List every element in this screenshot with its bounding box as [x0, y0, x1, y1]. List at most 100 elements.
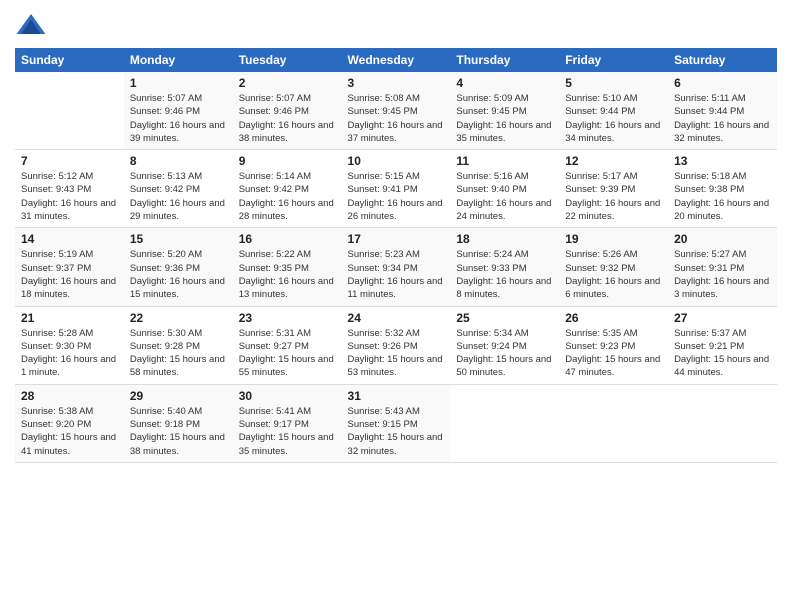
- day-number: 17: [348, 232, 445, 246]
- col-header-sunday: Sunday: [15, 48, 124, 72]
- day-number: 28: [21, 389, 118, 403]
- day-cell: 16Sunrise: 5:22 AMSunset: 9:35 PMDayligh…: [233, 228, 342, 306]
- week-row-3: 14 Sunrise: 5:19 AMSunset: 9:37 PMDayligh…: [15, 228, 777, 306]
- day-info: Sunrise: 5:13 AMSunset: 9:42 PMDaylight:…: [130, 170, 227, 223]
- logo-icon: [15, 10, 47, 42]
- day-cell: 30 Sunrise: 5:41 AMSunset: 9:17 PMDayligh…: [233, 384, 342, 462]
- day-number: 11: [456, 154, 553, 168]
- day-number: 20: [674, 232, 771, 246]
- day-info: Sunrise: 5:43 AMSunset: 9:15 PMDaylight:…: [348, 405, 445, 458]
- day-info: Sunrise: 5:19 AMSunset: 9:37 PMDaylight:…: [21, 248, 118, 301]
- day-info: Sunrise: 5:09 AMSunset: 9:45 PMDaylight:…: [456, 92, 553, 145]
- day-cell: 29 Sunrise: 5:40 AMSunset: 9:18 PMDayligh…: [124, 384, 233, 462]
- day-number: 7: [21, 154, 118, 168]
- week-row-5: 28 Sunrise: 5:38 AMSunset: 9:20 PMDayligh…: [15, 384, 777, 462]
- page: SundayMondayTuesdayWednesdayThursdayFrid…: [0, 0, 792, 612]
- day-info: Sunrise: 5:15 AMSunset: 9:41 PMDaylight:…: [348, 170, 445, 223]
- day-number: 26: [565, 311, 662, 325]
- day-cell: 25 Sunrise: 5:34 AMSunset: 9:24 PMDayligh…: [450, 306, 559, 384]
- day-cell: 12 Sunrise: 5:17 AMSunset: 9:39 PMDayligh…: [559, 150, 668, 228]
- day-cell: 11 Sunrise: 5:16 AMSunset: 9:40 PMDayligh…: [450, 150, 559, 228]
- day-cell: 31 Sunrise: 5:43 AMSunset: 9:15 PMDayligh…: [342, 384, 451, 462]
- day-cell: 26 Sunrise: 5:35 AMSunset: 9:23 PMDayligh…: [559, 306, 668, 384]
- day-number: 6: [674, 76, 771, 90]
- day-number: 14: [21, 232, 118, 246]
- day-cell: 2 Sunrise: 5:07 AMSunset: 9:46 PMDaylight…: [233, 72, 342, 150]
- day-info: Sunrise: 5:07 AMSunset: 9:46 PMDaylight:…: [130, 92, 227, 145]
- day-info: Sunrise: 5:07 AMSunset: 9:46 PMDaylight:…: [239, 92, 336, 145]
- day-cell: 24 Sunrise: 5:32 AMSunset: 9:26 PMDayligh…: [342, 306, 451, 384]
- day-cell: 13Sunrise: 5:18 AMSunset: 9:38 PMDayligh…: [668, 150, 777, 228]
- day-info: Sunrise: 5:38 AMSunset: 9:20 PMDaylight:…: [21, 405, 118, 458]
- day-info: Sunrise: 5:26 AMSunset: 9:32 PMDaylight:…: [565, 248, 662, 301]
- day-cell: 22 Sunrise: 5:30 AMSunset: 9:28 PMDayligh…: [124, 306, 233, 384]
- week-row-1: 1 Sunrise: 5:07 AMSunset: 9:46 PMDaylight…: [15, 72, 777, 150]
- day-number: 1: [130, 76, 227, 90]
- day-number: 8: [130, 154, 227, 168]
- day-info: Sunrise: 5:23 AMSunset: 9:34 PMDaylight:…: [348, 248, 445, 301]
- day-info: Sunrise: 5:27 AMSunset: 9:31 PMDaylight:…: [674, 248, 771, 301]
- day-info: Sunrise: 5:31 AMSunset: 9:27 PMDaylight:…: [239, 327, 336, 380]
- day-number: 30: [239, 389, 336, 403]
- day-info: Sunrise: 5:24 AMSunset: 9:33 PMDaylight:…: [456, 248, 553, 301]
- day-info: Sunrise: 5:30 AMSunset: 9:28 PMDaylight:…: [130, 327, 227, 380]
- day-number: 31: [348, 389, 445, 403]
- day-number: 18: [456, 232, 553, 246]
- col-header-wednesday: Wednesday: [342, 48, 451, 72]
- day-info: Sunrise: 5:16 AMSunset: 9:40 PMDaylight:…: [456, 170, 553, 223]
- day-cell: [450, 384, 559, 462]
- day-number: 19: [565, 232, 662, 246]
- day-info: Sunrise: 5:40 AMSunset: 9:18 PMDaylight:…: [130, 405, 227, 458]
- day-info: Sunrise: 5:11 AMSunset: 9:44 PMDaylight:…: [674, 92, 771, 145]
- day-info: Sunrise: 5:32 AMSunset: 9:26 PMDaylight:…: [348, 327, 445, 380]
- day-cell: 5 Sunrise: 5:10 AMSunset: 9:44 PMDaylight…: [559, 72, 668, 150]
- day-cell: 19 Sunrise: 5:26 AMSunset: 9:32 PMDayligh…: [559, 228, 668, 306]
- day-number: 24: [348, 311, 445, 325]
- col-header-friday: Friday: [559, 48, 668, 72]
- day-cell: 23Sunrise: 5:31 AMSunset: 9:27 PMDayligh…: [233, 306, 342, 384]
- day-number: 29: [130, 389, 227, 403]
- day-number: 16: [239, 232, 336, 246]
- day-cell: 21Sunrise: 5:28 AMSunset: 9:30 PMDayligh…: [15, 306, 124, 384]
- day-number: 2: [239, 76, 336, 90]
- day-cell: 7 Sunrise: 5:12 AMSunset: 9:43 PMDaylight…: [15, 150, 124, 228]
- day-number: 4: [456, 76, 553, 90]
- header-row: SundayMondayTuesdayWednesdayThursdayFrid…: [15, 48, 777, 72]
- day-info: Sunrise: 5:18 AMSunset: 9:38 PMDaylight:…: [674, 170, 771, 223]
- day-number: 3: [348, 76, 445, 90]
- day-number: 25: [456, 311, 553, 325]
- day-info: Sunrise: 5:12 AMSunset: 9:43 PMDaylight:…: [21, 170, 118, 223]
- day-info: Sunrise: 5:35 AMSunset: 9:23 PMDaylight:…: [565, 327, 662, 380]
- col-header-tuesday: Tuesday: [233, 48, 342, 72]
- day-number: 12: [565, 154, 662, 168]
- day-info: Sunrise: 5:17 AMSunset: 9:39 PMDaylight:…: [565, 170, 662, 223]
- col-header-saturday: Saturday: [668, 48, 777, 72]
- day-cell: 18 Sunrise: 5:24 AMSunset: 9:33 PMDayligh…: [450, 228, 559, 306]
- col-header-thursday: Thursday: [450, 48, 559, 72]
- day-cell: 14 Sunrise: 5:19 AMSunset: 9:37 PMDayligh…: [15, 228, 124, 306]
- day-info: Sunrise: 5:14 AMSunset: 9:42 PMDaylight:…: [239, 170, 336, 223]
- day-cell: 6 Sunrise: 5:11 AMSunset: 9:44 PMDaylight…: [668, 72, 777, 150]
- day-cell: 28 Sunrise: 5:38 AMSunset: 9:20 PMDayligh…: [15, 384, 124, 462]
- week-row-2: 7 Sunrise: 5:12 AMSunset: 9:43 PMDaylight…: [15, 150, 777, 228]
- day-cell: 9Sunrise: 5:14 AMSunset: 9:42 PMDaylight…: [233, 150, 342, 228]
- day-number: 22: [130, 311, 227, 325]
- day-info: Sunrise: 5:28 AMSunset: 9:30 PMDaylight:…: [21, 327, 118, 380]
- day-number: 5: [565, 76, 662, 90]
- day-cell: 20 Sunrise: 5:27 AMSunset: 9:31 PMDayligh…: [668, 228, 777, 306]
- header: [15, 10, 777, 42]
- day-cell: 10Sunrise: 5:15 AMSunset: 9:41 PMDayligh…: [342, 150, 451, 228]
- day-number: 27: [674, 311, 771, 325]
- day-cell: [15, 72, 124, 150]
- day-cell: [668, 384, 777, 462]
- day-number: 15: [130, 232, 227, 246]
- day-cell: 4 Sunrise: 5:09 AMSunset: 9:45 PMDaylight…: [450, 72, 559, 150]
- day-info: Sunrise: 5:41 AMSunset: 9:17 PMDaylight:…: [239, 405, 336, 458]
- calendar-table: SundayMondayTuesdayWednesdayThursdayFrid…: [15, 48, 777, 463]
- day-info: Sunrise: 5:34 AMSunset: 9:24 PMDaylight:…: [456, 327, 553, 380]
- day-cell: 27Sunrise: 5:37 AMSunset: 9:21 PMDayligh…: [668, 306, 777, 384]
- day-info: Sunrise: 5:08 AMSunset: 9:45 PMDaylight:…: [348, 92, 445, 145]
- col-header-monday: Monday: [124, 48, 233, 72]
- day-info: Sunrise: 5:10 AMSunset: 9:44 PMDaylight:…: [565, 92, 662, 145]
- day-cell: 3 Sunrise: 5:08 AMSunset: 9:45 PMDaylight…: [342, 72, 451, 150]
